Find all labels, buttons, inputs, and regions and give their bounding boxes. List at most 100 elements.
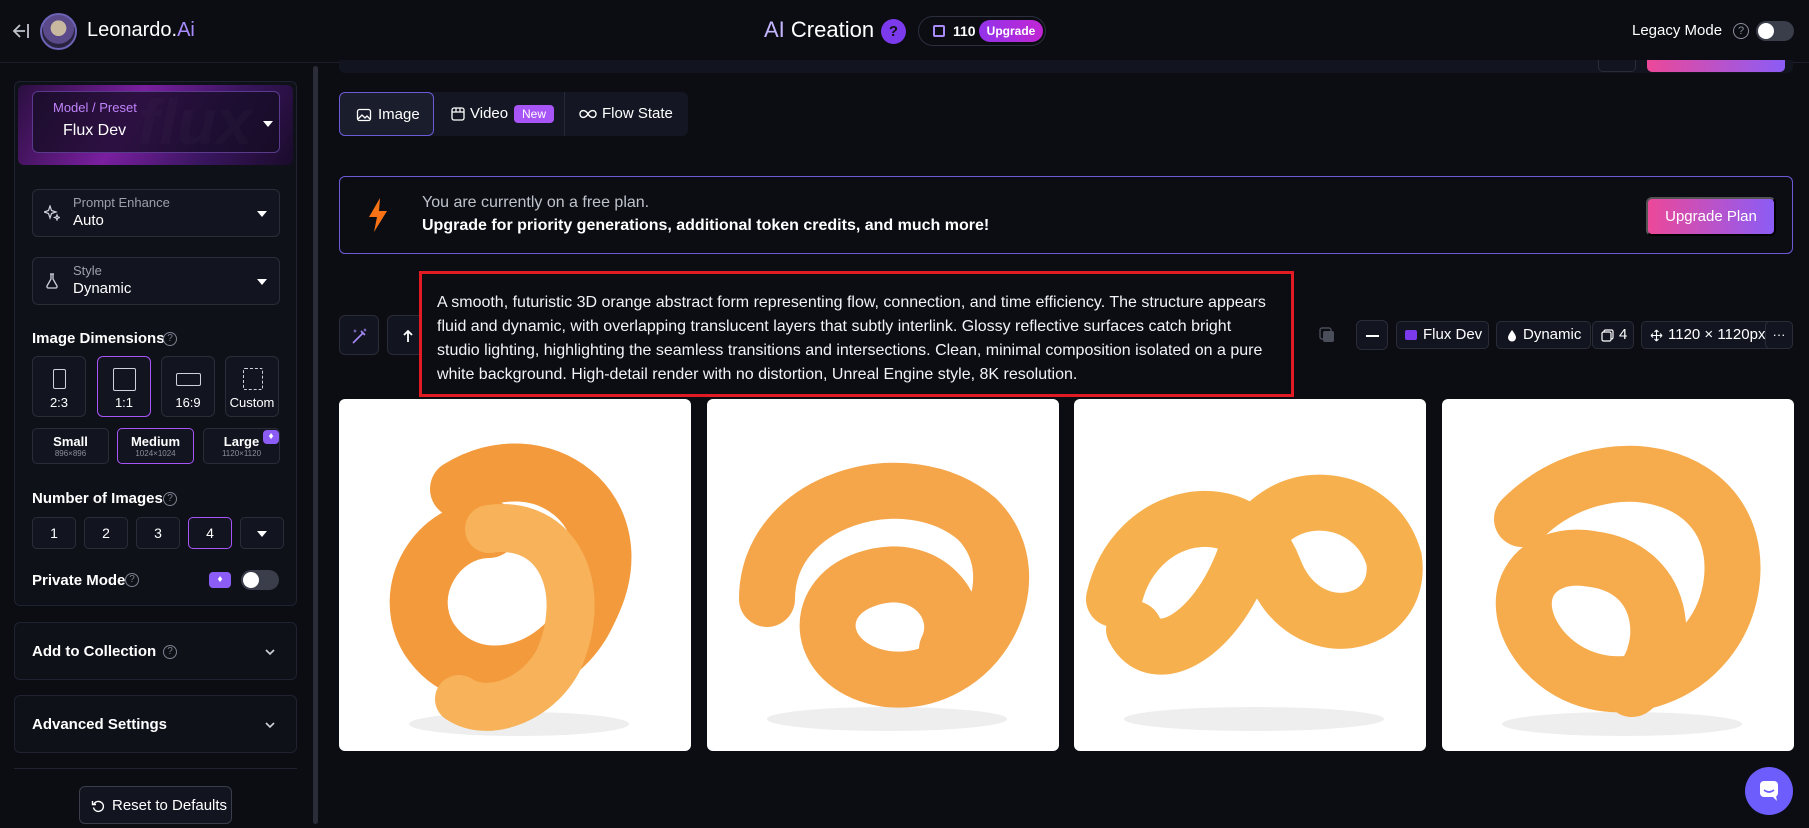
- prompt-bar-button-edge[interactable]: [1598, 60, 1636, 72]
- model-preset-value: Flux Dev: [63, 122, 127, 139]
- move-arrows-icon: [1650, 329, 1663, 342]
- flask-icon: [46, 273, 58, 289]
- generated-image-1[interactable]: [339, 399, 691, 751]
- ratio-16-9-button[interactable]: 16:9: [161, 356, 215, 417]
- collapse-generation-button[interactable]: [1356, 320, 1388, 350]
- reset-icon: [91, 800, 105, 813]
- free-plan-banner: You are currently on a free plan. Upgrad…: [339, 176, 1793, 254]
- chat-support-button[interactable]: [1745, 767, 1793, 815]
- model-preset-card[interactable]: flux Model / Preset Flux Dev: [18, 85, 293, 165]
- model-preset-label: Model / Preset: [53, 100, 137, 115]
- lightning-bolt-icon: [369, 198, 387, 232]
- chevron-down-icon: [265, 649, 275, 656]
- upgrade-button[interactable]: Upgrade: [979, 20, 1043, 42]
- more-options-button[interactable]: ···: [1765, 321, 1793, 349]
- sidebar-scrollbar[interactable]: [313, 66, 318, 824]
- generate-button-edge[interactable]: [1647, 60, 1785, 72]
- images-icon: [1601, 329, 1614, 342]
- image-icon: [356, 108, 372, 122]
- new-badge: New: [514, 105, 554, 123]
- tab-image[interactable]: Image: [339, 92, 434, 136]
- ratio-2-3-button[interactable]: 2:3: [32, 356, 86, 417]
- reset-to-defaults-button[interactable]: Reset to Defaults: [79, 786, 232, 824]
- tab-video[interactable]: Video New: [434, 92, 564, 136]
- orange-knot-image: [1086, 474, 1423, 731]
- chevron-down-icon: [257, 279, 267, 285]
- ratio-1-1-button[interactable]: 1:1: [97, 356, 151, 417]
- prompt-enhance-value: Auto: [73, 212, 104, 229]
- size-small-button[interactable]: Small 896×896: [32, 428, 109, 464]
- magic-wand-button[interactable]: [339, 315, 379, 355]
- droplet-icon: [1508, 330, 1516, 342]
- plan-upgrade-text: Upgrade for priority generations, additi…: [422, 217, 990, 234]
- number-of-images-title: Number of Images: [32, 490, 163, 507]
- mode-tabs: Image Video New Flow State: [339, 92, 688, 136]
- legacy-mode-label: Legacy Mode: [1632, 22, 1723, 39]
- generated-image-4[interactable]: [1442, 399, 1794, 751]
- add-to-collection-label: Add to Collection: [32, 643, 157, 660]
- sparkle-icon: [44, 205, 60, 221]
- prompt-bar-edge: [339, 60, 1793, 73]
- tab-flow-state[interactable]: Flow State: [565, 92, 688, 136]
- num-images-4-button[interactable]: 4: [188, 517, 232, 549]
- help-icon[interactable]: ?: [163, 492, 177, 506]
- top-bar: Leonardo.Ai AI Creation ? 110 Upgrade Le…: [0, 0, 1809, 63]
- chip-image-count[interactable]: 4: [1592, 321, 1634, 349]
- private-mode-label: Private Mode: [32, 572, 126, 589]
- help-icon[interactable]: ?: [163, 332, 177, 346]
- legacy-mode-toggle[interactable]: [1756, 21, 1794, 41]
- chip-style[interactable]: Dynamic: [1496, 321, 1591, 349]
- prompt-enhance-label: Prompt Enhance: [73, 195, 170, 210]
- style-label: Style: [73, 263, 102, 278]
- help-icon[interactable]: ?: [125, 573, 139, 587]
- divider: [14, 768, 297, 769]
- infinity-icon: [579, 109, 597, 119]
- chip-dimensions[interactable]: 1120 × 1120px: [1641, 321, 1777, 349]
- model-preset-select[interactable]: Model / Preset Flux Dev: [32, 91, 280, 153]
- magic-wand-icon: [352, 328, 367, 344]
- style-value: Dynamic: [73, 280, 132, 297]
- chevron-down-icon: [265, 722, 275, 729]
- style-select[interactable]: Style Dynamic: [32, 257, 280, 305]
- chevron-down-icon: [257, 211, 267, 217]
- chevron-down-icon: [257, 531, 267, 537]
- chat-icon: [1760, 781, 1778, 801]
- premium-gem-icon: ♦: [263, 430, 279, 444]
- help-button[interactable]: ?: [881, 19, 906, 44]
- plan-status-text: You are currently on a free plan.: [422, 194, 650, 211]
- upgrade-plan-button[interactable]: Upgrade Plan: [1646, 197, 1776, 236]
- generated-image-2[interactable]: [707, 399, 1059, 751]
- chip-model[interactable]: Flux Dev: [1396, 321, 1489, 349]
- arrow-up-icon: [403, 329, 413, 342]
- orange-knot-image: [739, 462, 1030, 731]
- chevron-down-icon: [263, 121, 273, 127]
- num-images-2-button[interactable]: 2: [84, 517, 128, 549]
- collapse-sidebar-icon[interactable]: [10, 20, 32, 42]
- orange-knot-image: [389, 443, 632, 736]
- page-title: AI Creation: [764, 17, 875, 42]
- token-icon: [933, 25, 945, 37]
- premium-gem-icon: ♦: [209, 572, 231, 588]
- size-medium-button[interactable]: Medium 1024×1024: [117, 428, 194, 464]
- ratio-custom-button[interactable]: Custom: [225, 356, 279, 417]
- minus-icon: [1366, 335, 1379, 337]
- add-to-collection-section[interactable]: Add to Collection ?: [14, 622, 297, 680]
- advanced-settings-label: Advanced Settings: [32, 716, 168, 733]
- private-mode-toggle[interactable]: [241, 570, 279, 590]
- token-balance[interactable]: 110 Upgrade: [918, 16, 1046, 46]
- legacy-help-icon[interactable]: ?: [1733, 23, 1749, 39]
- help-icon[interactable]: ?: [163, 645, 177, 659]
- brand-logo[interactable]: Leonardo.Ai: [87, 19, 195, 42]
- avatar[interactable]: [40, 13, 77, 50]
- reset-label: Reset to Defaults: [112, 797, 228, 814]
- prompt-enhance-select[interactable]: Prompt Enhance Auto: [32, 189, 280, 237]
- advanced-settings-section[interactable]: Advanced Settings: [14, 695, 297, 753]
- generation-prompt-text: A smooth, futuristic 3D orange abstract …: [419, 271, 1294, 397]
- num-images-more-button[interactable]: [240, 517, 284, 549]
- flux-logo-icon: [1405, 330, 1417, 340]
- num-images-3-button[interactable]: 3: [136, 517, 180, 549]
- image-dimensions-title: Image Dimensions: [32, 330, 165, 347]
- copy-icon[interactable]: [1318, 326, 1336, 344]
- generated-image-3[interactable]: [1074, 399, 1426, 751]
- num-images-1-button[interactable]: 1: [32, 517, 76, 549]
